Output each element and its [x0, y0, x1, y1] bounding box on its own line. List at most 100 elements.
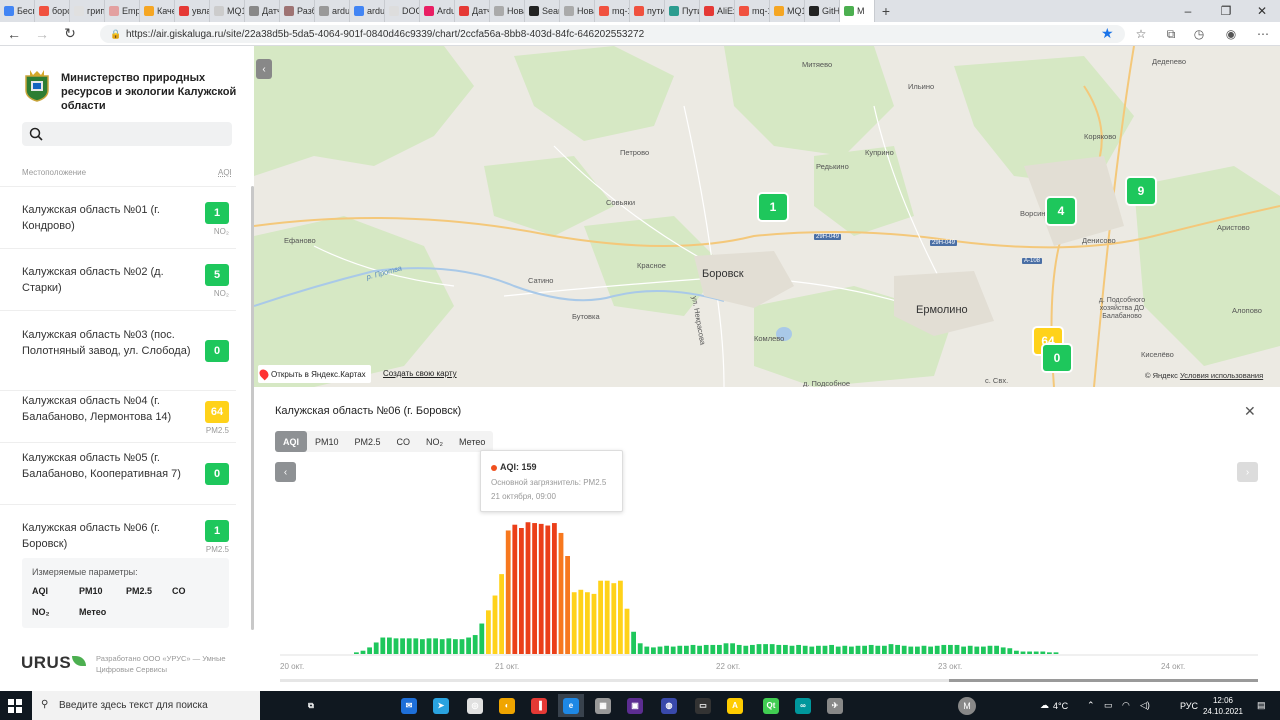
browser-tab[interactable]: Каче [140, 0, 175, 22]
bookmark-star-icon[interactable]: ★ [1101, 25, 1114, 42]
browser-tab[interactable]: AliEx [700, 0, 735, 22]
browser-tab[interactable]: Пути [665, 0, 700, 22]
chart-bar[interactable] [789, 645, 795, 654]
station-marker[interactable]: 9 [1127, 178, 1155, 204]
chart-bar[interactable] [763, 644, 768, 654]
chart-bar[interactable] [677, 645, 683, 654]
network-icon[interactable]: ▭ [1104, 691, 1113, 720]
forward-icon[interactable]: → [28, 22, 56, 46]
chart-bar[interactable] [505, 530, 511, 654]
taskbar-app-icon[interactable]: ▭ [690, 694, 716, 717]
chart-bar[interactable] [948, 644, 953, 654]
chart-bar[interactable] [736, 644, 742, 654]
chart-bar[interactable] [598, 580, 603, 654]
chart-bar[interactable] [743, 645, 749, 654]
chart-bar[interactable] [974, 646, 980, 654]
maximize-icon[interactable]: ❐ [1208, 0, 1244, 22]
browser-tab[interactable]: Searc [525, 0, 560, 22]
chart-bar[interactable] [637, 643, 643, 654]
chart-bar[interactable] [895, 644, 900, 654]
location-list-item[interactable]: Калужская область №03 (пос. Полотняный з… [0, 310, 236, 390]
chart-bar[interactable] [769, 644, 775, 654]
chart-bar[interactable] [472, 635, 478, 654]
chart-bar[interactable] [717, 644, 722, 654]
chart-bar[interactable] [816, 645, 821, 654]
chart-bar[interactable] [822, 645, 828, 654]
chart-bar[interactable] [981, 646, 986, 654]
avatar[interactable]: M [958, 691, 976, 720]
location-list-item[interactable]: Калужская область №01 (г. Кондрово) 1 NO₂ [0, 186, 236, 248]
tray-chevron-icon[interactable]: ⌃ [1087, 691, 1095, 720]
taskbar-app-icon[interactable]: ✉ [396, 694, 422, 717]
map[interactable]: Митяево Ильино Петрово Редькино Куприно … [254, 46, 1280, 387]
volume-icon[interactable]: ◁) [1140, 691, 1150, 720]
chart-bar[interactable] [875, 645, 881, 654]
chart-bar[interactable] [492, 595, 498, 654]
taskbar-search-input[interactable]: ⚲ Введите здесь текст для поиска [32, 691, 260, 720]
search-input[interactable] [22, 122, 232, 146]
chart-bar[interactable] [446, 638, 452, 654]
chart-bar[interactable] [1047, 652, 1052, 654]
chart-bar[interactable] [380, 637, 386, 654]
browser-tab[interactable]: MQ1 [770, 0, 805, 22]
chart-bar[interactable] [684, 645, 689, 654]
aqi-bar-chart[interactable]: 20 окт. 21 окт. 22 окт. 23 окт. 24 окт. [254, 387, 1280, 691]
chart-bar[interactable] [459, 639, 465, 654]
chart-bar[interactable] [466, 637, 471, 654]
chart-bar[interactable] [387, 637, 392, 654]
chart-bar[interactable] [453, 639, 458, 654]
browser-tab[interactable]: mq-1 [735, 0, 770, 22]
browser-tab[interactable]: MQ1 [210, 0, 245, 22]
chart-bar[interactable] [413, 638, 419, 654]
history-icon[interactable]: ◷ [1188, 24, 1210, 44]
station-marker[interactable]: 1 [759, 194, 787, 220]
chart-bar[interactable] [1027, 651, 1032, 654]
taskbar-app-icon[interactable]: ▣ [622, 694, 648, 717]
chart-bar[interactable] [967, 645, 973, 654]
chart-bar[interactable] [624, 608, 630, 654]
browser-tab[interactable]: mq-1 [595, 0, 630, 22]
chart-bar[interactable] [585, 592, 590, 654]
taskbar-app-icon[interactable]: A [722, 694, 748, 717]
open-in-yandex-button[interactable]: Открыть в Яндекс.Картах [257, 365, 371, 383]
chart-bar[interactable] [954, 644, 960, 654]
chart-bar[interactable] [360, 650, 366, 654]
chart-bar[interactable] [532, 523, 537, 654]
chart-bar[interactable] [921, 645, 927, 654]
taskbar-app-icon[interactable]: ∞ [790, 694, 816, 717]
chart-bar[interactable] [571, 592, 577, 654]
chart-bar[interactable] [855, 645, 861, 654]
clock[interactable]: 12:06 24.10.2021 [1200, 695, 1246, 717]
chart-bar[interactable] [664, 645, 669, 654]
browser-tab[interactable]: путин [630, 0, 665, 22]
browser-tab[interactable]: Датч [245, 0, 280, 22]
wifi-icon[interactable]: ◠ [1122, 691, 1130, 720]
reload-icon[interactable]: ↻ [56, 22, 84, 46]
taskbar-app-icon[interactable]: ✈ [822, 694, 848, 717]
chart-bar[interactable] [420, 639, 425, 654]
chart-bar[interactable] [631, 631, 636, 654]
chart-bar[interactable] [849, 646, 854, 654]
browser-tab[interactable]: Нова [490, 0, 525, 22]
chart-bar[interactable] [400, 638, 405, 654]
chart-bar[interactable] [578, 589, 584, 654]
taskbar-app-icon[interactable]: ◐ [494, 694, 520, 717]
station-marker[interactable]: 4 [1047, 198, 1075, 224]
chart-bar[interactable] [519, 528, 524, 654]
chart-bar[interactable] [928, 646, 933, 654]
location-list-item[interactable]: Калужская область №04 (г. Балабаново, Ле… [0, 390, 236, 442]
chart-bar[interactable] [908, 646, 914, 654]
chart-bar[interactable] [1040, 651, 1046, 654]
chart-bar[interactable] [994, 645, 999, 654]
notifications-icon[interactable]: ▤ [1257, 691, 1266, 720]
terms-link[interactable]: Условия использования [1180, 371, 1263, 380]
chart-bar[interactable] [802, 645, 808, 654]
chart-bar[interactable] [750, 644, 755, 654]
chart-scrollbar[interactable] [280, 679, 1258, 682]
browser-tab[interactable]: ardui [315, 0, 350, 22]
chart-bar[interactable] [776, 644, 782, 654]
chart-bar[interactable] [426, 638, 432, 654]
taskbar-app-icon[interactable]: ▐ [526, 694, 552, 717]
chart-bar[interactable] [941, 644, 947, 654]
chart-bar[interactable] [1020, 651, 1026, 654]
